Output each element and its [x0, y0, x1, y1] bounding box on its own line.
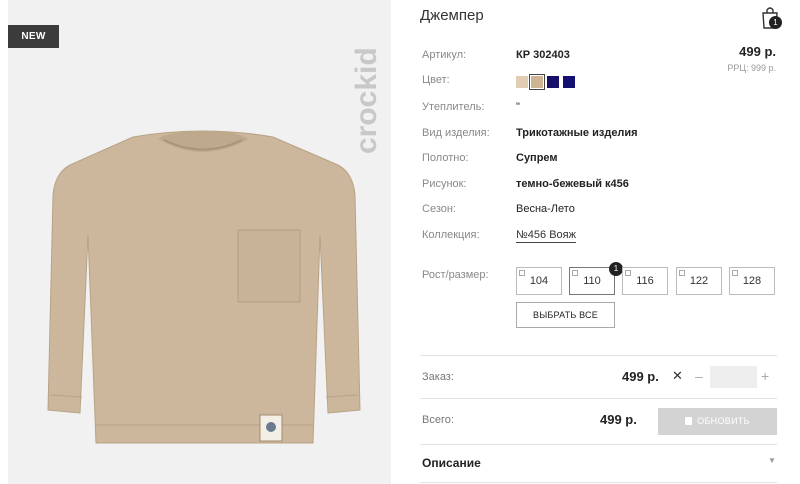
spec-label-insulation: Утеплитель:: [422, 101, 485, 113]
spec-label-type: Вид изделия:: [422, 127, 490, 139]
size-value: 122: [689, 275, 709, 287]
spec-value-article: КР 302403: [516, 49, 570, 61]
spec-label-color: Цвет:: [422, 74, 450, 86]
divider: [420, 444, 777, 445]
size-option-104[interactable]: 104: [516, 267, 562, 295]
spec-label-season: Сезон:: [422, 203, 456, 215]
color-swatch-selected[interactable]: [529, 74, 545, 90]
size-select-icon: [625, 270, 631, 276]
size-option-128[interactable]: 128: [729, 267, 775, 295]
size-select-icon: [679, 270, 685, 276]
size-option-110[interactable]: 110: [569, 267, 615, 295]
spec-value-type: Трикотажные изделия: [516, 127, 638, 139]
increase-button[interactable]: +: [761, 368, 769, 384]
spec-value-insulation: ": [516, 101, 520, 113]
size-select-icon: [732, 270, 738, 276]
product-image-jumper: [47, 130, 361, 444]
size-option-122[interactable]: 122: [676, 267, 722, 295]
color-swatch[interactable]: [547, 76, 559, 88]
spec-label-fabric: Полотно:: [422, 152, 469, 164]
size-value: 104: [529, 275, 549, 287]
order-price: 499 р.: [622, 369, 659, 384]
update-button-label: ОБНОВИТЬ: [697, 416, 750, 426]
spec-label-article: Артикул:: [422, 49, 467, 61]
update-button[interactable]: ОБНОВИТЬ: [658, 408, 777, 435]
spec-value-fabric: Супрем: [516, 152, 558, 164]
order-label: Заказ:: [422, 371, 454, 383]
divider: [420, 398, 777, 399]
divider: [420, 482, 777, 483]
trash-icon: [685, 417, 693, 425]
recommended-price: РРЦ: 999 р.: [727, 63, 776, 73]
spec-value-pattern: темно-бежевый к456: [516, 178, 629, 190]
select-all-button[interactable]: ВЫБРАТЬ ВСЕ: [516, 302, 615, 328]
collection-link[interactable]: №456 Вояж: [516, 229, 576, 243]
divider: [420, 355, 777, 356]
new-badge: NEW: [8, 25, 59, 48]
description-toggle[interactable]: Описание: [422, 456, 481, 470]
size-value: 116: [636, 275, 654, 287]
size-quantity-badge: 1: [609, 262, 623, 276]
size-select-icon: [572, 270, 578, 276]
spec-label-collection: Коллекция:: [422, 229, 480, 241]
product-photo[interactable]: NEW crockid: [8, 0, 391, 484]
color-swatch[interactable]: [516, 76, 528, 88]
decrease-button[interactable]: –: [695, 368, 703, 384]
spec-value-season: Весна-Лето: [516, 203, 575, 215]
remove-icon[interactable]: ✕: [672, 368, 683, 384]
product-price: 499 р.: [739, 44, 776, 59]
spec-label-pattern: Рисунок:: [422, 178, 467, 190]
cart-count-badge: 1: [769, 16, 782, 29]
total-label: Всего:: [422, 414, 454, 426]
size-option-116[interactable]: 116: [622, 267, 668, 295]
product-title: Джемпер: [420, 7, 484, 24]
size-label: Рост/размер:: [422, 269, 489, 281]
size-select-icon: [519, 270, 525, 276]
size-value: 128: [742, 275, 762, 287]
quantity-input[interactable]: [710, 366, 757, 388]
color-swatch[interactable]: [563, 76, 575, 88]
total-price: 499 р.: [600, 412, 637, 427]
size-value: 110: [583, 275, 601, 287]
chevron-down-icon[interactable]: ▼: [768, 456, 776, 465]
